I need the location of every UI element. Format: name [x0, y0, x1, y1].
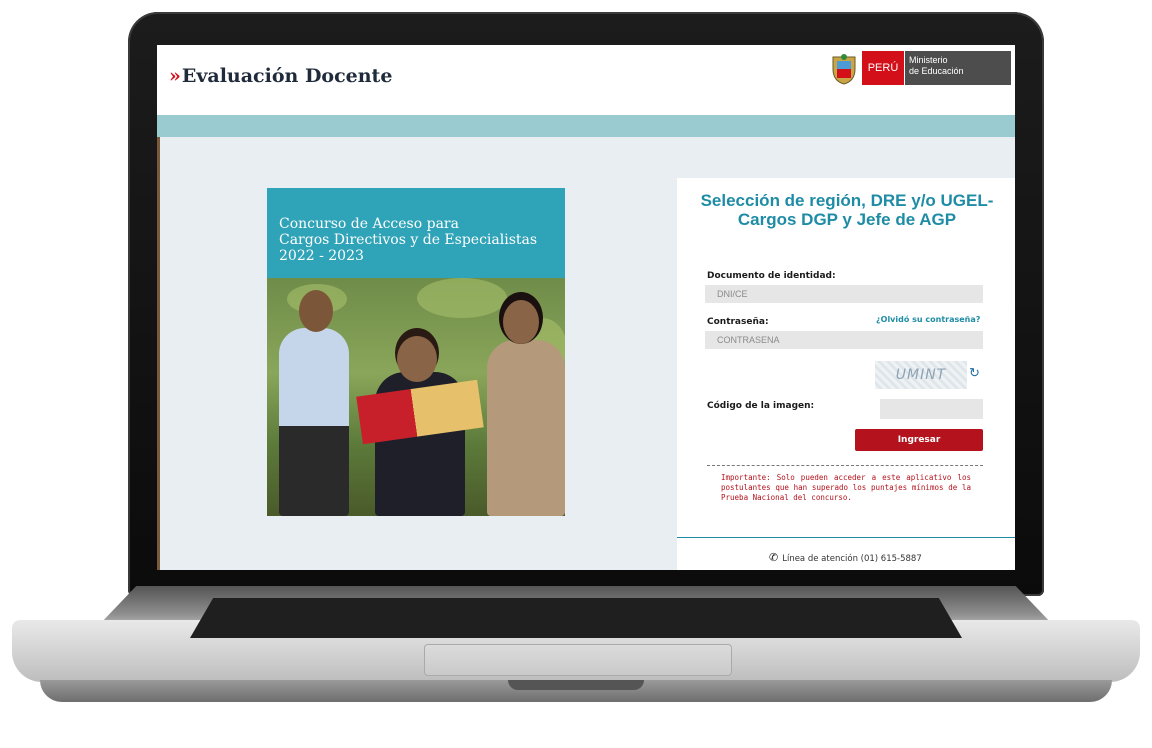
captcha-image: UMINT	[875, 361, 967, 389]
password-input[interactable]	[705, 331, 983, 349]
login-form: Selección de región, DRE y/o UGEL- Cargo…	[157, 45, 1015, 570]
captcha-input[interactable]	[880, 399, 983, 419]
forgot-password-link[interactable]: ¿Olvidó su contraseña?	[876, 315, 980, 324]
helpline: ✆ Línea de atención (01) 615-5887	[769, 551, 922, 564]
laptop-keyboard	[190, 598, 962, 638]
document-label: Documento de identidad:	[707, 271, 836, 281]
helpline-text: Línea de atención (01) 615-5887	[782, 554, 922, 564]
access-notice: Importante: Solo pueden acceder a este a…	[721, 473, 971, 502]
laptop-notch	[508, 680, 644, 690]
refresh-icon[interactable]: ↻	[969, 365, 980, 381]
submit-button[interactable]: Ingresar	[855, 429, 983, 451]
phone-icon: ✆	[769, 551, 779, 564]
document-input[interactable]	[705, 285, 983, 303]
login-title: Selección de región, DRE y/o UGEL- Cargo…	[700, 191, 994, 229]
captcha-label: Código de la imagen:	[707, 401, 815, 411]
laptop-trackpad	[424, 644, 732, 676]
password-label: Contraseña:	[707, 317, 769, 327]
footer-divider	[677, 537, 1015, 538]
notice-divider	[707, 465, 983, 466]
